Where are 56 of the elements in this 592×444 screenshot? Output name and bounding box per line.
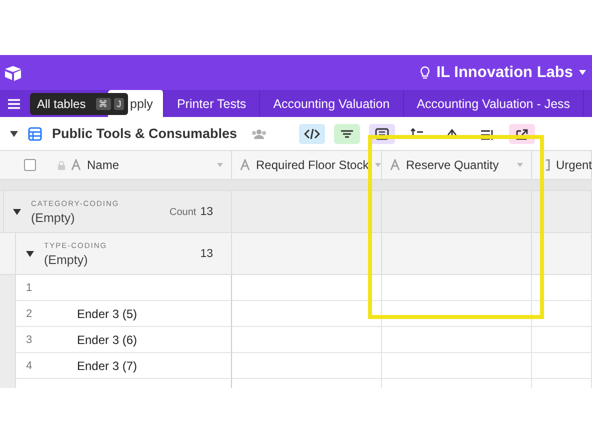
text-field-icon [240,159,250,171]
table-cell[interactable] [232,327,382,353]
column-header[interactable]: Name [87,158,120,172]
caret-icon[interactable] [579,70,586,75]
tooltip-text: All tables [37,97,86,111]
row-number: 4 [26,360,34,372]
workspace-name[interactable]: IL Innovation Labs [436,64,573,82]
name-text[interactable]: Ender 3 (5) [77,306,138,320]
table-cell[interactable] [532,275,592,301]
record-count: 13 [200,248,213,260]
shortcut-key: J [114,98,124,110]
people-icon[interactable] [251,128,268,138]
table-cell[interactable] [532,301,592,327]
collapse-caret-icon[interactable] [10,130,18,136]
count-label: Count [170,206,196,218]
table-cell[interactable] [232,353,382,379]
table-tab[interactable]: Accounting Valuation [260,90,404,117]
shortcut-key: ⌘ [96,98,111,110]
table-cell[interactable] [382,327,532,353]
row-number: 3 [26,334,34,346]
group-value: (Empty) [44,252,89,266]
code-button[interactable] [299,124,326,144]
column-header[interactable]: Reserve Quantity [406,158,499,172]
table-cell[interactable] [232,301,382,327]
column-header[interactable]: Required Floor Stock [256,158,369,172]
select-all-checkbox[interactable] [24,159,36,171]
table-cell[interactable] [382,353,532,379]
column-header[interactable]: Urgent [556,158,592,172]
dropdown-caret-icon[interactable] [217,163,223,167]
table-tab[interactable]: Accounting Valuation - Jess [404,90,584,117]
list-icon [374,126,390,140]
name-text[interactable]: Ender 3 (6) [77,332,138,346]
text-field-icon [390,159,400,171]
record-count: 13 [200,206,213,218]
table-cell[interactable] [232,275,382,301]
row-number: 1 [26,282,34,294]
table-cell[interactable] [532,327,592,353]
table-cell[interactable] [382,275,532,301]
lightbulb-icon [420,66,430,80]
table-cell[interactable] [532,353,592,379]
lock-icon [58,160,65,170]
grid-icon [28,126,42,140]
share-icon [514,126,530,140]
expand-caret-icon[interactable] [26,250,34,256]
row-number: 2 [26,308,34,320]
text-field-icon [71,159,81,171]
table-tab[interactable]: Printer Tests [164,90,260,117]
dropdown-caret-icon[interactable] [374,163,381,167]
dropdown-caret-icon[interactable] [517,163,523,167]
group-value: (Empty) [31,210,76,224]
logo-icon[interactable] [4,64,22,80]
filter-button[interactable] [334,124,360,144]
name-text[interactable]: Ender 3 (7) [77,358,138,372]
table-name[interactable]: Public Tools & Consumables [52,126,238,141]
code-icon [304,126,320,140]
expand-caret-icon[interactable] [13,208,21,214]
